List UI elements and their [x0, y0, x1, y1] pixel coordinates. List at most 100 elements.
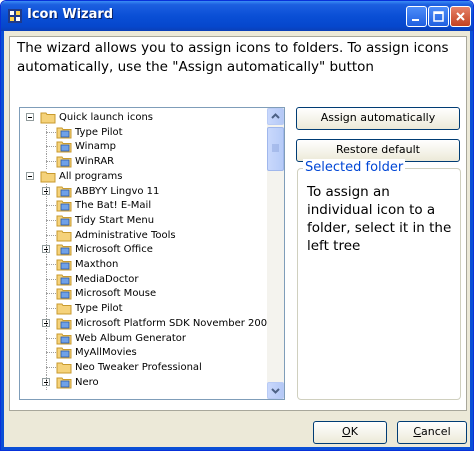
tree-item[interactable]: MediaDoctor [20, 271, 268, 287]
program-folder-icon [56, 126, 72, 139]
close-button[interactable] [450, 6, 471, 27]
ok-button[interactable]: OK [313, 421, 387, 444]
tree-item[interactable]: Web Album Generator [20, 330, 268, 346]
minimize-icon [412, 19, 419, 21]
tree-item[interactable]: Winamp [20, 139, 268, 155]
collapse-icon[interactable] [26, 171, 34, 180]
icon-wizard-app-icon [8, 9, 22, 23]
cancel-label-rest: ancel [421, 425, 451, 438]
tree-item-label: ABBYY Lingvo 11 [75, 185, 160, 197]
folder-icon [56, 229, 72, 242]
window-frame-bottom [1, 447, 473, 450]
minimize-button[interactable] [406, 6, 427, 27]
program-folder-icon [56, 140, 72, 153]
tree-connector [46, 205, 56, 207]
tree-guide [46, 227, 47, 243]
tree-scrollbar[interactable] [267, 108, 284, 399]
tree-item-label: Type Pilot [75, 126, 123, 138]
title-bar[interactable]: Icon Wizard [1, 1, 473, 31]
window-frame-left [1, 31, 4, 450]
tree-item-label: Winamp [75, 141, 117, 153]
tree-item[interactable]: Administrative Tools [20, 227, 268, 243]
tree-item[interactable]: All programs [20, 169, 268, 184]
tree-guide [46, 286, 47, 302]
tree-connector [46, 308, 56, 310]
tree-item[interactable]: Quick launch icons [20, 110, 268, 125]
tree-guide [46, 330, 47, 346]
maximize-icon [433, 11, 444, 22]
program-folder-icon [56, 376, 72, 389]
tree-item-label: All programs [59, 170, 123, 182]
tree-item-label: Quick launch icons [59, 112, 153, 123]
tree-guide [46, 124, 47, 140]
tree-guide [46, 242, 47, 258]
program-folder-icon [56, 317, 72, 330]
folder-icon [56, 302, 72, 315]
window-title: Icon Wizard [27, 7, 114, 22]
tree-guide [46, 154, 47, 170]
tree-item-label: Microsoft Platform SDK November 2001 [75, 317, 274, 329]
tree-guide [46, 183, 47, 199]
icon-wizard-window: Icon Wizard The wizard allows you to ass… [0, 0, 474, 451]
scroll-down-button[interactable] [267, 382, 284, 399]
tree-item[interactable]: Type Pilot [20, 301, 268, 317]
ok-label-rest: K [350, 425, 358, 438]
tree-guide [46, 212, 47, 228]
tree-item-label: Neo Tweaker Professional [75, 361, 202, 373]
selected-folder-hint: To assign an individual icon to a folder… [307, 184, 452, 254]
collapse-icon[interactable] [26, 113, 34, 121]
tree-guide [46, 271, 47, 287]
program-folder-icon [56, 214, 72, 227]
tree-item-label: The Bat! E-Mail [75, 200, 152, 212]
tree-item[interactable]: ABBYY Lingvo 11 [20, 183, 268, 199]
program-folder-icon [56, 155, 72, 168]
tree-item-label: Maxthon [75, 259, 119, 270]
program-folder-icon [56, 243, 72, 256]
tree-item[interactable]: Neo Tweaker Professional [20, 359, 268, 375]
wizard-description: The wizard allows you to assign icons to… [17, 40, 449, 75]
cancel-access-key: C [413, 425, 422, 438]
tree-item[interactable]: The Bat! E-Mail [20, 198, 268, 214]
folder-icon [40, 111, 56, 124]
cancel-button[interactable]: Cancel [397, 421, 467, 444]
program-folder-icon [56, 273, 72, 286]
tree-guide [46, 301, 47, 317]
tree-guide [46, 374, 47, 390]
scroll-thumb[interactable] [267, 127, 284, 171]
tree-item[interactable]: Nero [20, 374, 268, 390]
tree-item-label: Microsoft Office [75, 244, 153, 256]
scroll-up-icon [271, 113, 280, 119]
tree-item[interactable]: Microsoft Office [20, 242, 268, 258]
folder-icon [40, 170, 56, 183]
tree-connector [46, 278, 56, 280]
tree-connector [46, 161, 56, 163]
program-folder-icon [56, 258, 72, 271]
tree-item-label: Type Pilot [75, 303, 123, 315]
tree-item[interactable]: Type Pilot [20, 124, 268, 140]
tree-item[interactable]: WinRAR [20, 154, 268, 170]
folder-icon [56, 361, 72, 374]
scroll-up-button[interactable] [267, 108, 284, 125]
selected-folder-group: Selected folder To assign an individual … [297, 159, 461, 400]
program-folder-icon [56, 287, 72, 300]
tree-item-label: Nero [75, 376, 99, 388]
tree-guide [46, 139, 47, 155]
assign-automatically-button[interactable]: Assign automatically [296, 107, 460, 130]
tree-guide [46, 198, 47, 214]
tree-item[interactable]: Tidy Start Menu [20, 212, 268, 228]
tree-item[interactable]: Microsoft Mouse [20, 286, 268, 302]
program-folder-icon [56, 185, 72, 198]
program-folder-icon [56, 199, 72, 212]
tree-connector [46, 219, 56, 221]
maximize-button[interactable] [428, 6, 449, 27]
close-icon [456, 12, 465, 21]
tree-item-label: Administrative Tools [75, 229, 176, 241]
tree-item[interactable]: Maxthon [20, 257, 268, 272]
folder-tree[interactable]: Quick launch icons Type Pilot Winamp WinRAR… [19, 107, 285, 400]
tree-connector [46, 352, 56, 354]
tree-connector [46, 337, 56, 339]
selected-folder-legend: Selected folder [303, 159, 406, 177]
tree-item[interactable]: Microsoft Platform SDK November 2001 [20, 315, 273, 331]
tree-item[interactable]: MyAllMovies [20, 345, 268, 361]
ok-access-key: O [342, 425, 351, 438]
